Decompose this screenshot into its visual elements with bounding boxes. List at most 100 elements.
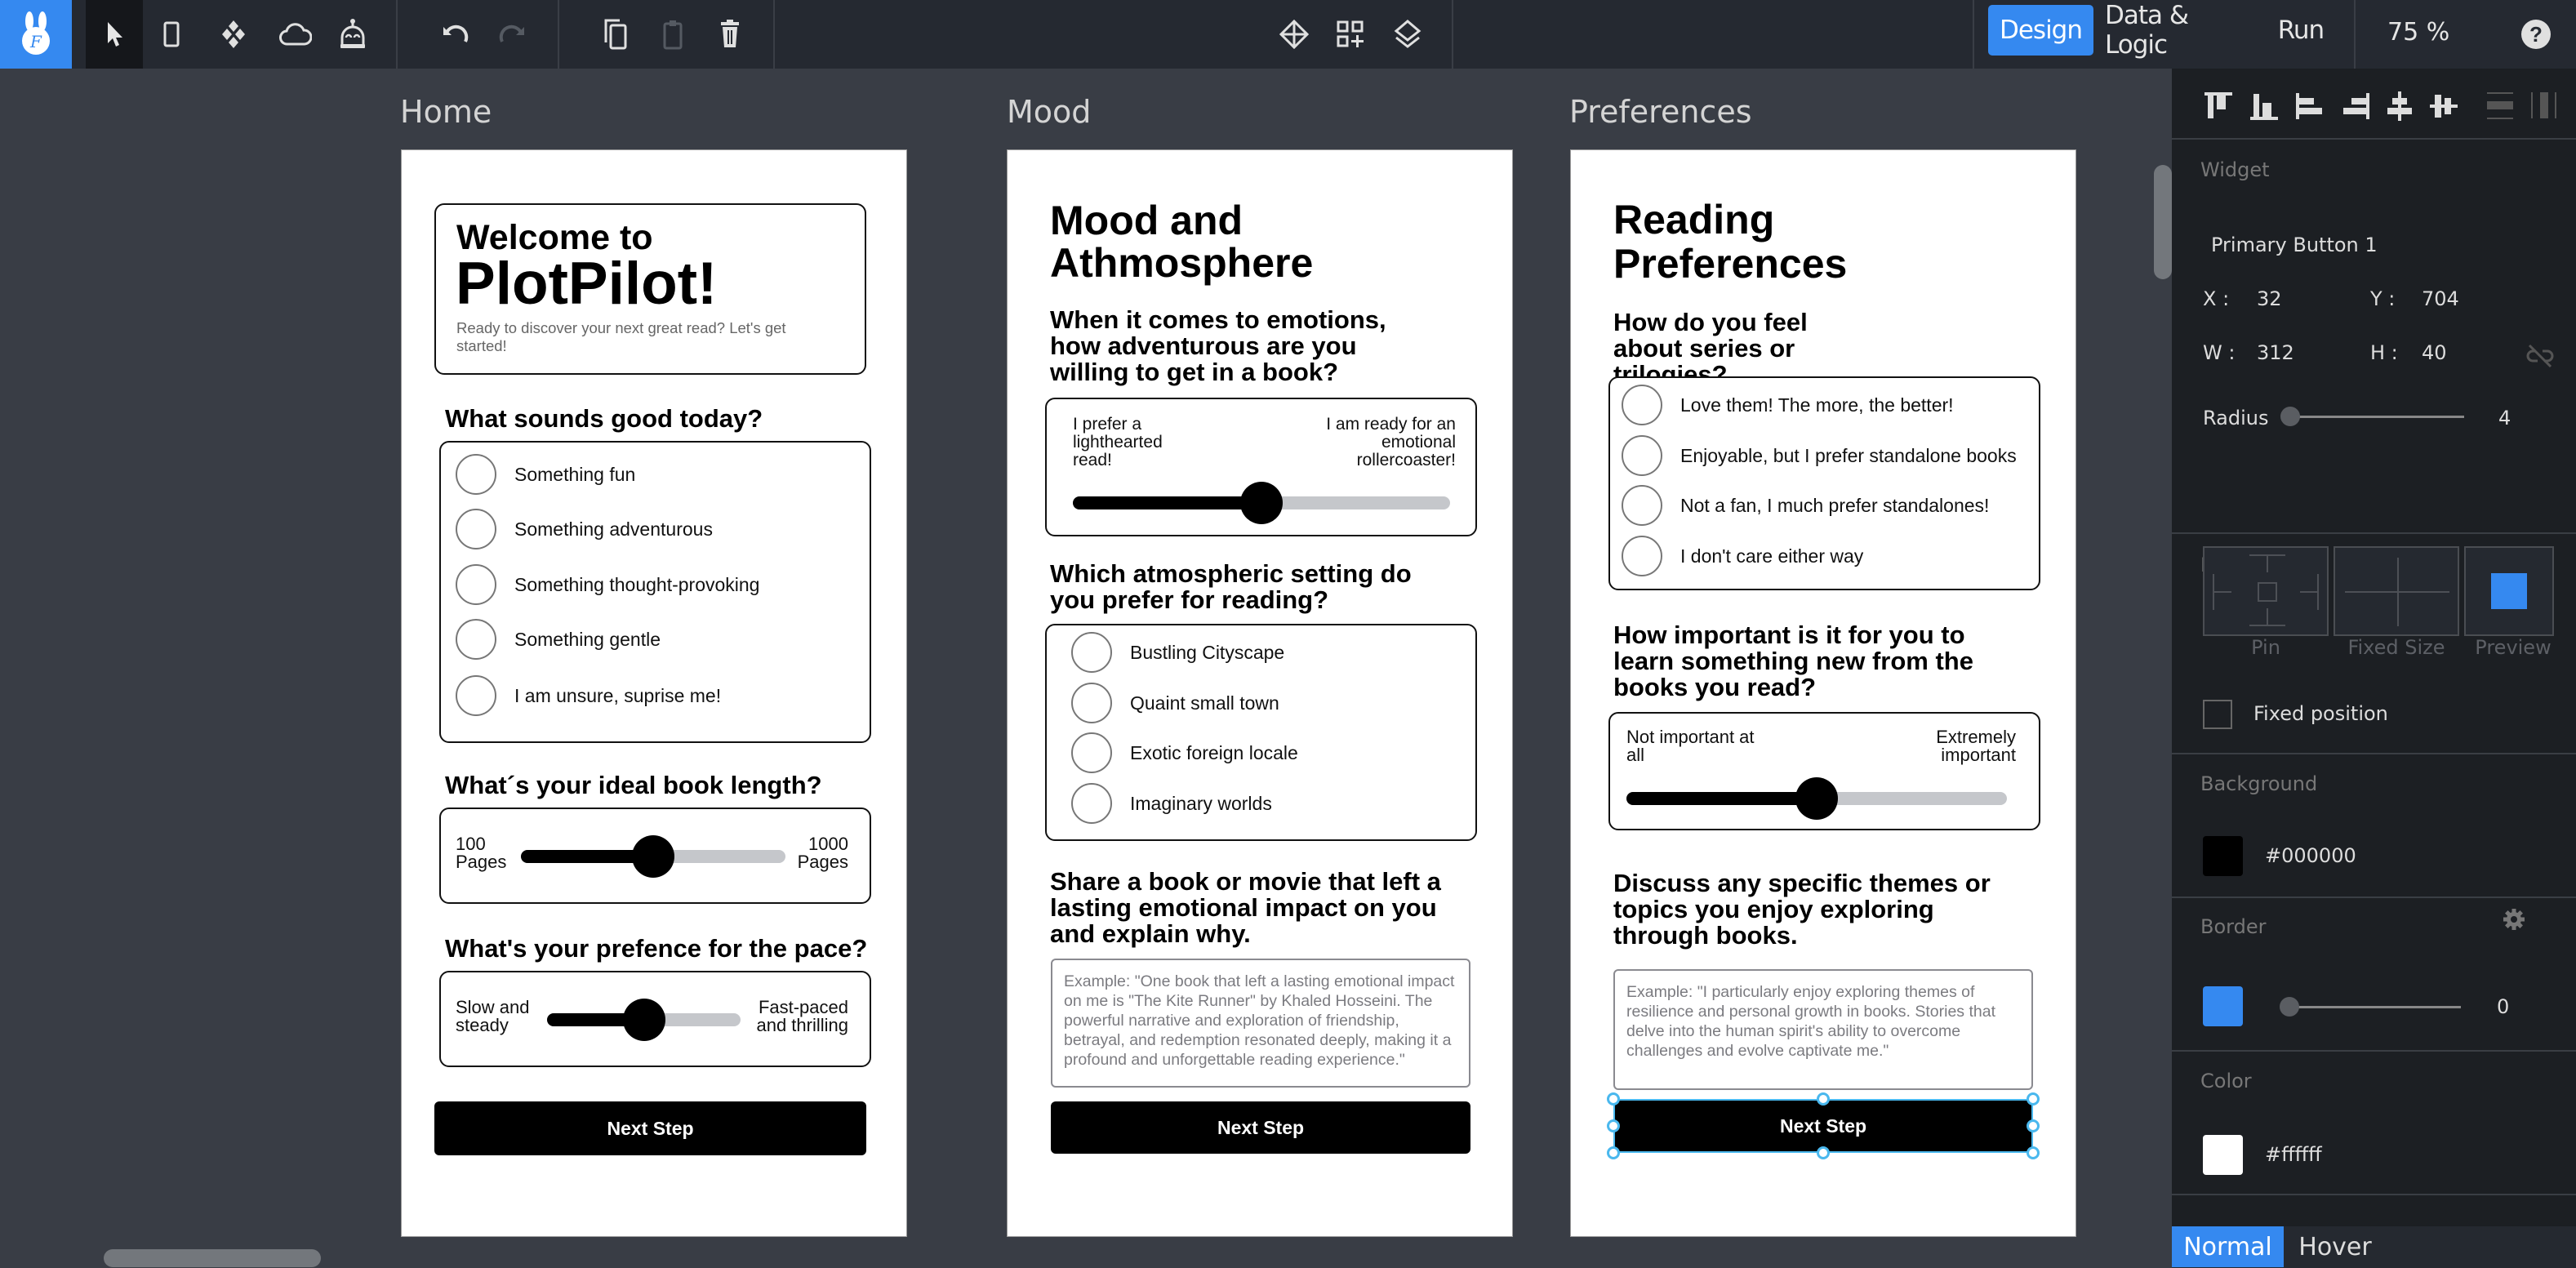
fixed-position-checkbox[interactable] xyxy=(2203,700,2232,729)
radio-option[interactable]: Not a fan, I much prefer standalones! xyxy=(1622,485,1989,526)
screen-label-home[interactable]: Home xyxy=(400,94,492,130)
radio-button[interactable] xyxy=(1622,485,1662,526)
slider-thumb[interactable] xyxy=(1795,777,1838,820)
undo-button[interactable] xyxy=(437,16,473,52)
screen-mood[interactable]: Mood and Athmosphere When it comes to em… xyxy=(1007,149,1513,1237)
redo-button[interactable] xyxy=(495,16,531,52)
radio-button[interactable] xyxy=(456,509,496,549)
ai-tool-button[interactable] xyxy=(335,16,371,52)
state-tab-hover[interactable]: Hover xyxy=(2294,1226,2376,1267)
mode-tab-data-logic[interactable]: Data & Logic xyxy=(2105,1,2257,60)
screen-label-preferences[interactable]: Preferences xyxy=(1569,94,1752,130)
align-center-vertical-icon[interactable] xyxy=(2387,91,2412,121)
align-top-icon[interactable] xyxy=(2205,91,2232,121)
emotional-impact-textarea[interactable]: Example: "One book that left a lasting e… xyxy=(1051,959,1470,1088)
radio-option[interactable]: I don't care either way xyxy=(1622,536,1863,576)
length-slider[interactable] xyxy=(521,835,785,878)
background-color-value[interactable]: #000000 xyxy=(2265,844,2356,867)
align-center-horizontal-icon[interactable] xyxy=(2430,93,2458,119)
layers-button[interactable] xyxy=(1390,16,1426,52)
resize-handle[interactable] xyxy=(1817,1146,1830,1159)
add-widget-button[interactable] xyxy=(1332,16,1368,52)
background-color-swatch[interactable] xyxy=(2203,836,2243,876)
radio-option[interactable]: Something thought-provoking xyxy=(456,564,759,605)
paste-button[interactable] xyxy=(655,16,691,52)
learning-slider[interactable] xyxy=(1626,777,2007,820)
radius-slider-thumb[interactable] xyxy=(2280,407,2300,426)
y-input[interactable]: 704 xyxy=(2422,287,2459,310)
border-slider-thumb[interactable] xyxy=(2280,997,2299,1017)
radio-option[interactable]: Enjoyable, but I prefer standalone books xyxy=(1622,435,2017,476)
themes-textarea[interactable]: Example: "I particularly enjoy exploring… xyxy=(1613,969,2033,1090)
vertical-scrollbar[interactable] xyxy=(2154,165,2172,279)
border-width-slider[interactable] xyxy=(2280,997,2461,1017)
radio-option[interactable]: Quaint small town xyxy=(1071,683,1279,723)
next-step-button-selected[interactable]: Next Step xyxy=(1613,1099,2033,1153)
copy-button[interactable] xyxy=(598,16,634,52)
mode-tab-run[interactable]: Run xyxy=(2276,5,2325,56)
help-icon[interactable]: ? xyxy=(2521,20,2551,49)
radio-button[interactable] xyxy=(1622,536,1662,576)
radio-button[interactable] xyxy=(456,675,496,716)
radio-option[interactable]: Something gentle xyxy=(456,619,661,660)
border-color-swatch[interactable] xyxy=(2203,986,2243,1026)
slider-thumb[interactable] xyxy=(632,835,674,878)
radio-button[interactable] xyxy=(1071,783,1112,824)
resize-handle[interactable] xyxy=(1607,1146,1620,1159)
resize-handle[interactable] xyxy=(2027,1092,2040,1106)
text-color-value[interactable]: #ffffff xyxy=(2265,1143,2322,1166)
radio-option[interactable]: I am unsure, suprise me! xyxy=(456,675,721,716)
state-tab-normal[interactable]: Normal xyxy=(2172,1226,2284,1267)
resize-handle[interactable] xyxy=(2027,1119,2040,1132)
border-width-value[interactable]: 0 xyxy=(2497,995,2509,1018)
radio-option[interactable]: Something fun xyxy=(456,454,635,495)
next-step-button[interactable]: Next Step xyxy=(434,1101,866,1155)
radio-option[interactable]: Something adventurous xyxy=(456,509,713,549)
unlink-aspect-icon[interactable] xyxy=(2526,344,2554,368)
h-input[interactable]: 40 xyxy=(2422,341,2447,364)
align-bottom-icon[interactable] xyxy=(2250,91,2278,121)
horizontal-scrollbar[interactable] xyxy=(104,1249,321,1267)
distribute-horizontal-icon[interactable] xyxy=(2531,92,2557,120)
radius-value[interactable]: 4 xyxy=(2498,407,2511,429)
pace-slider[interactable] xyxy=(547,999,741,1041)
zoom-level[interactable]: 75 % xyxy=(2387,18,2449,47)
select-tool-button[interactable] xyxy=(86,0,143,69)
radio-button[interactable] xyxy=(1622,385,1662,425)
radio-option[interactable]: Imaginary worlds xyxy=(1071,783,1272,824)
components-tool-button[interactable] xyxy=(216,16,251,52)
w-input[interactable]: 312 xyxy=(2257,341,2294,364)
emotions-slider[interactable] xyxy=(1073,482,1450,524)
gear-icon[interactable] xyxy=(2503,908,2525,931)
radio-button[interactable] xyxy=(456,454,496,495)
radio-button[interactable] xyxy=(1071,683,1112,723)
app-logo[interactable]: F xyxy=(0,0,72,69)
x-input[interactable]: 32 xyxy=(2257,287,2282,310)
radio-button[interactable] xyxy=(1622,435,1662,476)
align-right-icon[interactable] xyxy=(2342,91,2369,121)
responsive-pin-option[interactable] xyxy=(2203,546,2329,636)
resize-handle[interactable] xyxy=(1607,1119,1620,1132)
radius-slider[interactable] xyxy=(2280,407,2464,426)
screen-home[interactable]: Welcome to PlotPilot! Ready to discover … xyxy=(401,149,907,1237)
slider-thumb[interactable] xyxy=(622,999,665,1041)
align-left-icon[interactable] xyxy=(2296,91,2324,121)
radio-button[interactable] xyxy=(456,619,496,660)
distribute-vertical-icon[interactable] xyxy=(2487,92,2513,120)
radio-button[interactable] xyxy=(1071,632,1112,673)
mode-tab-design[interactable]: Design xyxy=(1988,5,2093,56)
radio-option[interactable]: Exotic foreign locale xyxy=(1071,732,1298,773)
radio-button[interactable] xyxy=(456,564,496,605)
text-color-swatch[interactable] xyxy=(2203,1135,2243,1175)
radio-button[interactable] xyxy=(1071,732,1112,773)
resize-handle[interactable] xyxy=(1607,1092,1620,1106)
resize-handle[interactable] xyxy=(1817,1092,1830,1106)
resize-handle[interactable] xyxy=(2027,1146,2040,1159)
components-button[interactable] xyxy=(1276,16,1312,52)
delete-button[interactable] xyxy=(712,16,748,52)
radio-option[interactable]: Bustling Cityscape xyxy=(1071,632,1284,673)
screen-preferences[interactable]: Reading Preferences How do you feel abou… xyxy=(1570,149,2076,1237)
slider-thumb[interactable] xyxy=(1240,482,1283,524)
radio-option[interactable]: Love them! The more, the better! xyxy=(1622,385,1954,425)
screen-label-mood[interactable]: Mood xyxy=(1007,94,1091,130)
